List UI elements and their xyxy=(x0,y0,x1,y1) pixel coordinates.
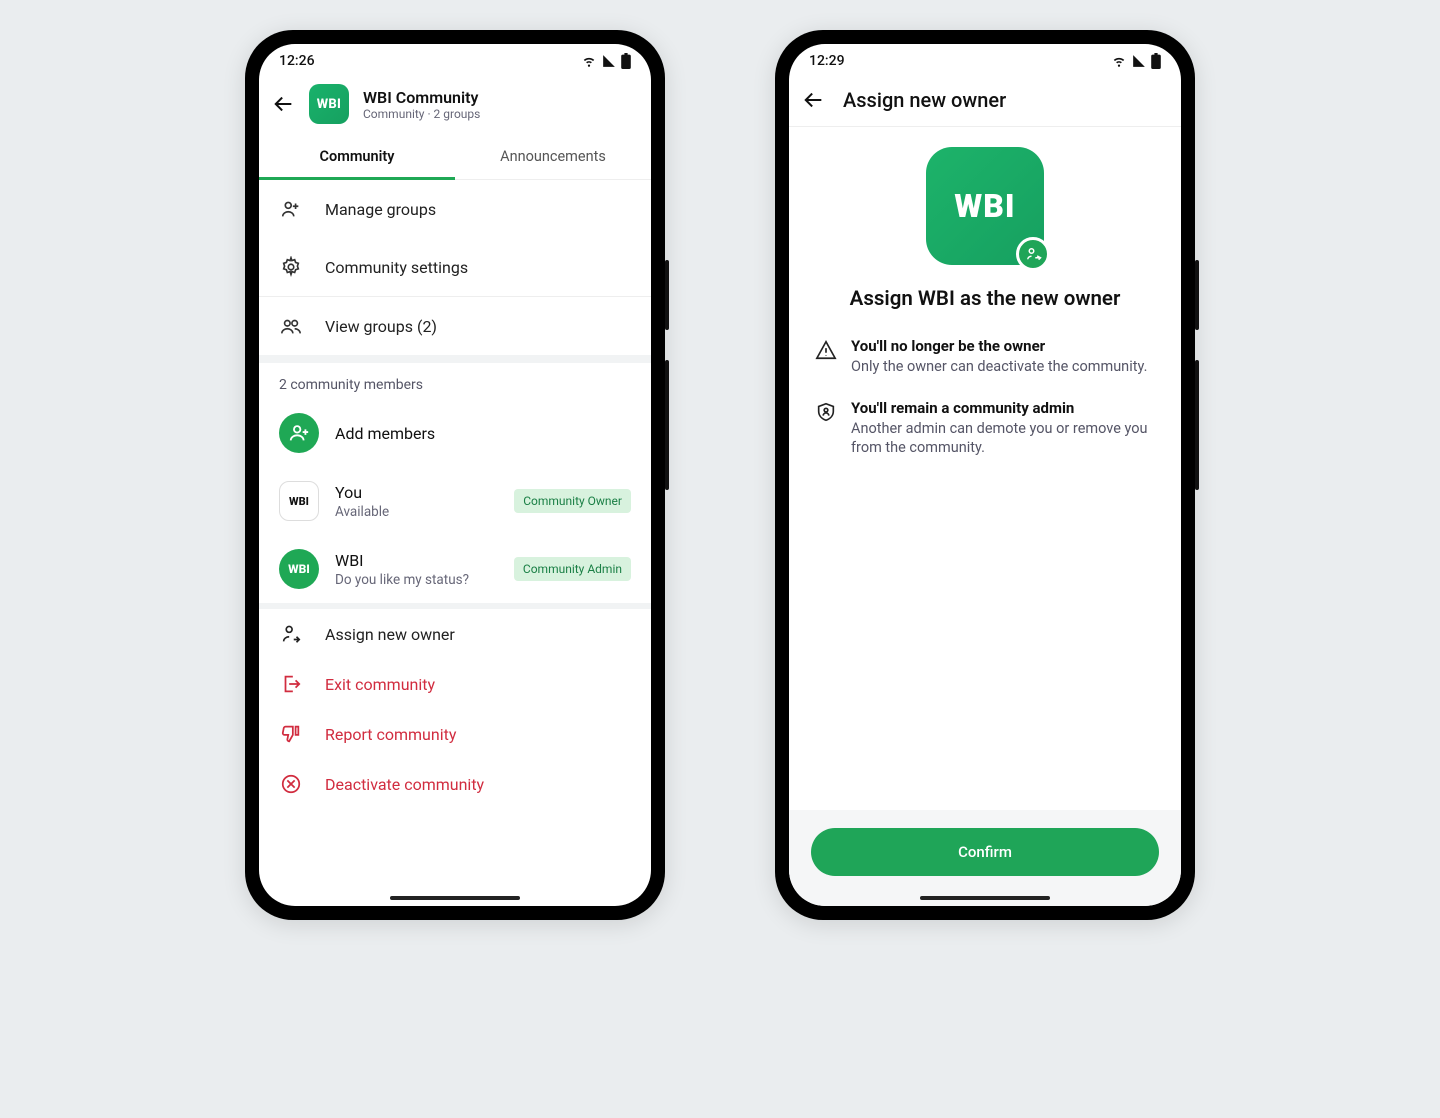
signal-icon xyxy=(1131,54,1147,68)
people-add-icon xyxy=(279,198,303,220)
manage-groups-row[interactable]: Manage groups xyxy=(259,180,651,238)
info-body: Only the owner can deactivate the commun… xyxy=(851,357,1147,377)
report-community-row[interactable]: Report community xyxy=(259,709,651,759)
member-status: Do you like my status? xyxy=(335,572,469,588)
add-members-row[interactable]: Add members xyxy=(259,399,651,467)
app-bar-text[interactable]: WBI Community Community · 2 groups xyxy=(363,88,480,121)
confirm-button[interactable]: Confirm xyxy=(811,828,1159,876)
tabs: Community Announcements xyxy=(259,134,651,180)
assign-body: WBI Assign WBI as the new owner You'll n… xyxy=(789,127,1181,906)
app-bar: WBI WBI Community Community · 2 groups xyxy=(259,78,651,134)
view-groups-row[interactable]: View groups (2) xyxy=(259,297,651,355)
row-label: Deactivate community xyxy=(325,775,484,794)
app-bar: Assign new owner xyxy=(789,78,1181,127)
members-heading: 2 community members xyxy=(259,363,651,399)
status-icons xyxy=(1111,53,1161,69)
member-name: You xyxy=(335,483,389,502)
nav-handle xyxy=(390,896,520,900)
assign-owner-row[interactable]: Assign new owner xyxy=(259,609,651,659)
nav-handle xyxy=(920,896,1050,900)
info-title: You'll remain a community admin xyxy=(851,399,1155,417)
add-icon xyxy=(279,413,319,453)
member-status: Available xyxy=(335,504,389,520)
row-label: Report community xyxy=(325,725,456,744)
wifi-icon xyxy=(581,54,597,68)
status-icons xyxy=(581,53,631,69)
page-title: Assign new owner xyxy=(843,88,1006,112)
exit-icon xyxy=(279,673,303,695)
battery-icon xyxy=(1151,53,1161,69)
info-block-1: You'll no longer be the owner Only the o… xyxy=(789,329,1181,391)
community-settings-row[interactable]: Community settings xyxy=(259,238,651,296)
status-time: 12:26 xyxy=(279,53,315,69)
info-block-2: You'll remain a community admin Another … xyxy=(789,391,1181,472)
info-title: You'll no longer be the owner xyxy=(851,337,1147,355)
row-label: Assign new owner xyxy=(325,625,455,644)
row-label: Community settings xyxy=(325,258,468,277)
info-body: Another admin can demote you or remove y… xyxy=(851,419,1155,458)
back-button[interactable] xyxy=(803,89,825,111)
member-avatar: WBI xyxy=(279,481,319,521)
signal-icon xyxy=(601,54,617,68)
status-bar: 12:26 xyxy=(259,44,651,78)
row-label: Exit community xyxy=(325,675,435,694)
assign-badge-icon xyxy=(1016,237,1050,271)
community-icon-large: WBI xyxy=(789,147,1181,265)
exit-community-row[interactable]: Exit community xyxy=(259,659,651,709)
phone-right: 12:29 Assign new owner WBI xyxy=(775,30,1195,920)
phone-side-button xyxy=(1195,260,1199,330)
member-avatar: WBI xyxy=(279,549,319,589)
deactivate-icon xyxy=(279,773,303,795)
thumbs-down-icon xyxy=(279,723,303,745)
tab-community[interactable]: Community xyxy=(259,134,455,179)
member-row-you[interactable]: WBI You Available Community Owner xyxy=(259,467,651,535)
community-avatar-large: WBI xyxy=(926,147,1044,265)
assign-owner-icon xyxy=(279,623,303,645)
tab-announcements[interactable]: Announcements xyxy=(455,134,651,179)
deactivate-community-row[interactable]: Deactivate community xyxy=(259,759,651,809)
headline: Assign WBI as the new owner xyxy=(789,283,1181,329)
community-avatar[interactable]: WBI xyxy=(309,84,349,124)
phone-side-button xyxy=(1195,360,1199,490)
row-label: Add members xyxy=(335,424,435,443)
phone-side-button xyxy=(665,360,669,490)
role-badge: Community Admin xyxy=(514,557,631,581)
shield-icon xyxy=(815,401,837,458)
role-badge: Community Owner xyxy=(514,489,631,513)
warning-icon xyxy=(815,339,837,377)
member-row-wbi[interactable]: WBI WBI Do you like my status? Community… xyxy=(259,535,651,603)
row-label: View groups (2) xyxy=(325,317,437,336)
bottom-bar: Confirm xyxy=(789,810,1181,906)
phone-left: 12:26 WBI WBI Community Community · 2 gr… xyxy=(245,30,665,920)
community-title: WBI Community xyxy=(363,88,480,107)
community-subtitle: Community · 2 groups xyxy=(363,107,480,121)
wifi-icon xyxy=(1111,54,1127,68)
groups-icon xyxy=(279,315,303,337)
screen-left: 12:26 WBI WBI Community Community · 2 gr… xyxy=(259,44,651,906)
row-label: Manage groups xyxy=(325,200,436,219)
battery-icon xyxy=(621,53,631,69)
status-bar: 12:29 xyxy=(789,44,1181,78)
member-name: WBI xyxy=(335,551,469,570)
screen-right: 12:29 Assign new owner WBI xyxy=(789,44,1181,906)
status-time: 12:29 xyxy=(809,53,845,69)
phone-side-button xyxy=(665,260,669,330)
back-button[interactable] xyxy=(273,93,295,115)
gear-icon xyxy=(279,256,303,278)
